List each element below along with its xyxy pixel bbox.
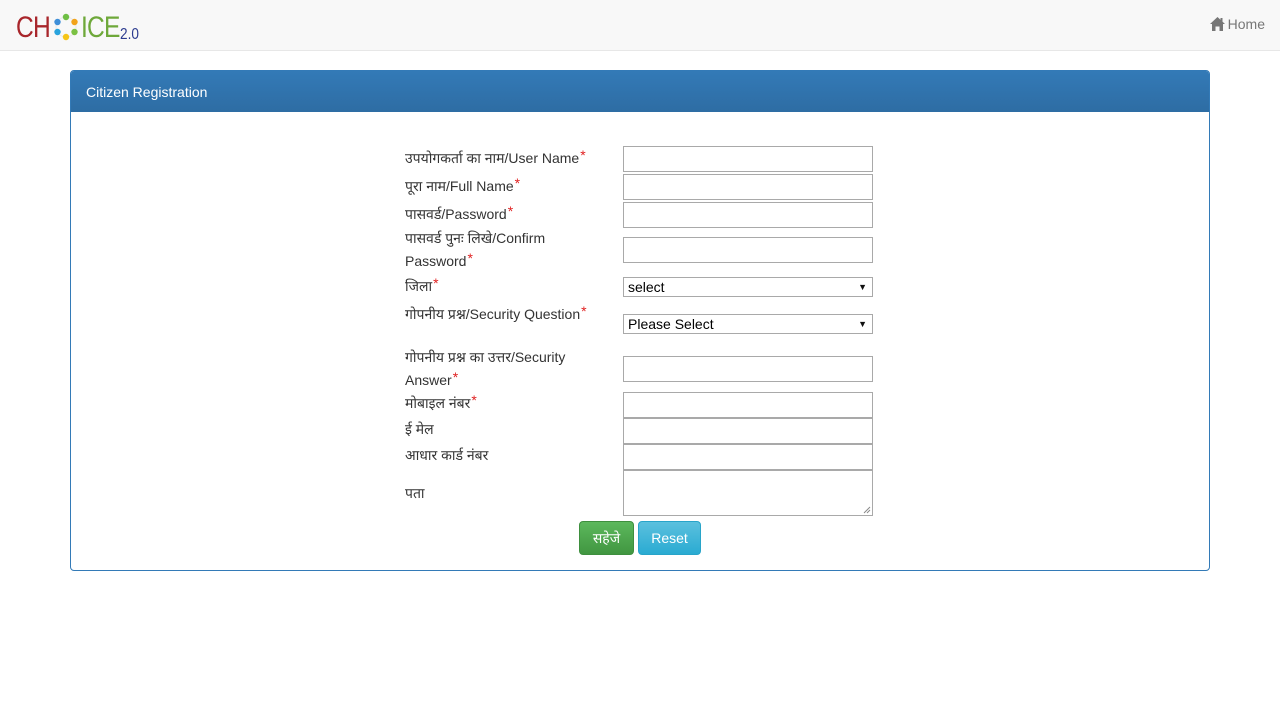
required-marker: * — [467, 250, 473, 266]
required-marker: * — [507, 203, 514, 219]
address-label: पता — [405, 485, 425, 501]
logo-text-ch: CH — [16, 11, 51, 44]
required-marker: * — [514, 175, 521, 191]
security-question-select[interactable]: Please Select ▼ — [623, 314, 873, 334]
dropdown-arrow-icon: ▼ — [858, 319, 867, 329]
required-marker: * — [452, 369, 459, 385]
panel-heading: Citizen Registration — [71, 71, 1209, 112]
home-icon — [1209, 17, 1225, 31]
fullname-input[interactable] — [623, 174, 873, 200]
email-label: ई मेल — [405, 421, 434, 437]
required-marker: * — [433, 275, 439, 291]
security-question-label: गोपनीय प्रश्न/Security Question* — [405, 303, 587, 322]
username-label: उपयोगकर्ता का नाम/User Name* — [405, 147, 586, 166]
confirm-password-label: पासवर्ड पुनः लिखे/Confirm Password* — [405, 230, 546, 269]
password-input[interactable] — [623, 202, 873, 228]
email-input[interactable] — [623, 418, 873, 444]
save-button[interactable]: सहेजे — [579, 521, 634, 555]
district-label: जिला* — [405, 275, 439, 294]
logo-text-ice: ICE — [81, 11, 120, 44]
choice-logo[interactable]: CH ICE 2.0 — [16, 9, 143, 43]
confirm-password-input[interactable] — [623, 237, 873, 263]
required-marker: * — [471, 392, 477, 408]
required-marker: * — [580, 147, 586, 163]
security-answer-label: गोपनीय प्रश्न का उत्तर/Security Answer* — [405, 349, 566, 388]
password-label: पासवर्ड/Password* — [405, 203, 514, 222]
panel-title: Citizen Registration — [86, 84, 208, 100]
home-link-label: Home — [1227, 16, 1265, 32]
aadhaar-label: आधार कार्ड नंबर — [405, 447, 489, 463]
security-answer-input[interactable] — [623, 356, 873, 382]
security-question-selected-value: Please Select — [628, 316, 714, 332]
address-textarea[interactable] — [623, 470, 873, 516]
fullname-label: पूरा नाम/Full Name* — [405, 175, 521, 194]
reset-button[interactable]: Reset — [638, 521, 701, 555]
district-select[interactable]: select ▼ — [623, 277, 873, 297]
logo-version: 2.0 — [120, 26, 140, 43]
username-input[interactable] — [623, 146, 873, 172]
required-marker: * — [581, 303, 587, 319]
resize-grip-icon[interactable] — [863, 506, 871, 514]
district-selected-value: select — [628, 279, 665, 295]
aadhaar-input[interactable] — [623, 444, 873, 470]
home-link[interactable]: Home — [1209, 16, 1265, 32]
top-navbar: CH ICE 2.0 Home — [0, 0, 1280, 51]
dropdown-arrow-icon: ▼ — [858, 282, 867, 292]
logo-ring-icon — [51, 12, 81, 42]
mobile-input[interactable] — [623, 392, 873, 418]
mobile-label: मोबाइल नंबर* — [405, 392, 477, 411]
